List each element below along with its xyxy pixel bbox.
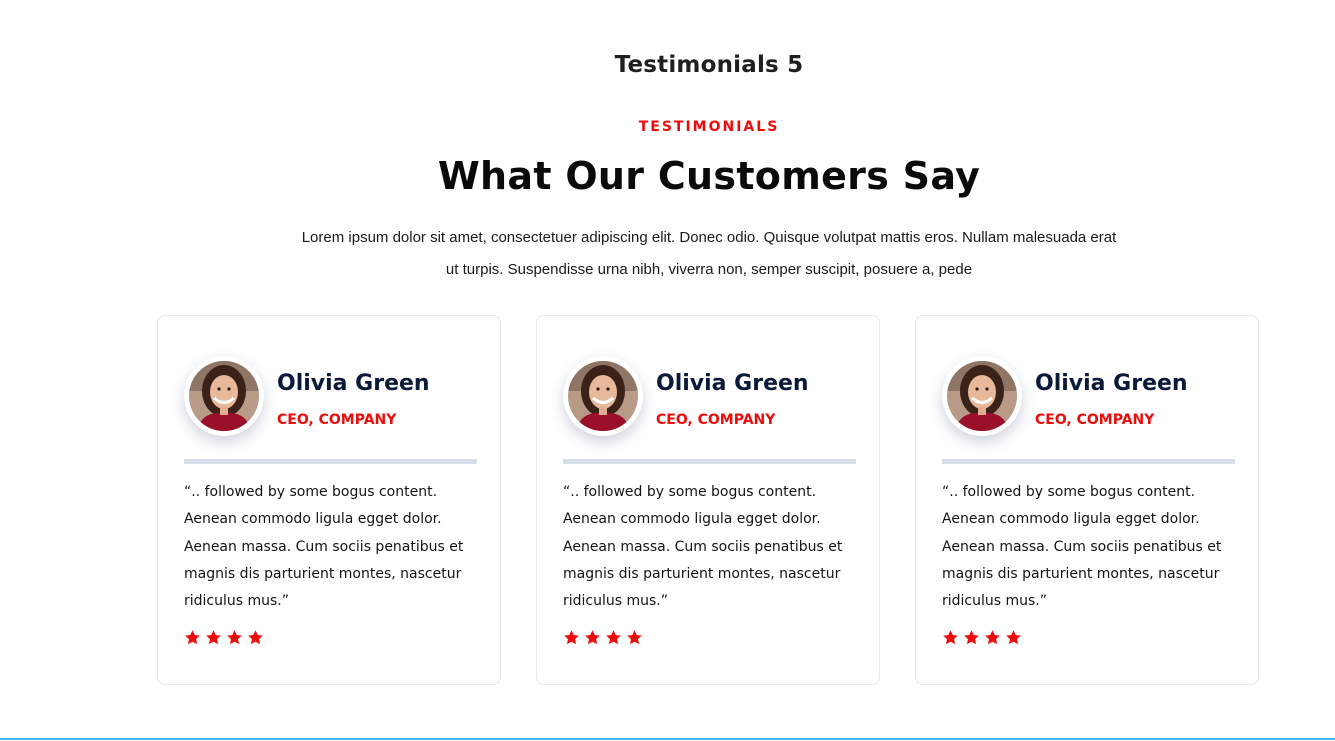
- avatar: [563, 356, 643, 436]
- woman-portrait-avatar-icon: [568, 361, 638, 431]
- person-name: Olivia Green: [1035, 371, 1188, 396]
- star-rating: [563, 629, 643, 646]
- star-icon: [206, 630, 221, 645]
- woman-portrait-avatar-icon: [189, 361, 259, 431]
- star-icon: [627, 630, 642, 645]
- person-role: CEO, COMPANY: [277, 412, 397, 428]
- star-icon: [185, 630, 200, 645]
- testimonial-quote: “.. followed by some bogus content. Aene…: [942, 484, 1222, 610]
- testimonial-card: Olivia Green CEO, COMPANY “.. followed b…: [915, 315, 1259, 685]
- testimonial-card: Olivia Green CEO, COMPANY “.. followed b…: [157, 315, 501, 685]
- divider: [942, 459, 1235, 464]
- section-description: Lorem ipsum dolor sit amet, consectetuer…: [301, 229, 1117, 278]
- star-icon: [964, 630, 979, 645]
- star-icon: [1006, 630, 1021, 645]
- woman-portrait-avatar-icon: [947, 361, 1017, 431]
- star-icon: [248, 630, 263, 645]
- person-role: CEO, COMPANY: [1035, 412, 1155, 428]
- divider: [184, 459, 477, 464]
- section-title: What Our Customers Say: [437, 154, 981, 198]
- avatar: [184, 356, 264, 436]
- person-name: Olivia Green: [656, 371, 809, 396]
- star-icon: [943, 630, 958, 645]
- testimonial-quote: “.. followed by some bogus content. Aene…: [563, 484, 843, 610]
- star-icon: [585, 630, 600, 645]
- divider: [563, 459, 856, 464]
- person-name: Olivia Green: [277, 371, 430, 396]
- star-rating: [942, 629, 1022, 646]
- star-rating: [184, 629, 264, 646]
- section-eyebrow: TESTIMONIALS: [638, 119, 780, 135]
- star-icon: [564, 630, 579, 645]
- testimonial-quote: “.. followed by some bogus content. Aene…: [184, 484, 464, 610]
- avatar: [942, 356, 1022, 436]
- star-icon: [606, 630, 621, 645]
- bottom-border: [0, 738, 1335, 740]
- page-title: Testimonials 5: [614, 52, 804, 78]
- star-icon: [985, 630, 1000, 645]
- testimonial-card: Olivia Green CEO, COMPANY “.. followed b…: [536, 315, 880, 685]
- person-role: CEO, COMPANY: [656, 412, 776, 428]
- testimonial-cards: Olivia Green CEO, COMPANY “.. followed b…: [157, 315, 1261, 687]
- star-icon: [227, 630, 242, 645]
